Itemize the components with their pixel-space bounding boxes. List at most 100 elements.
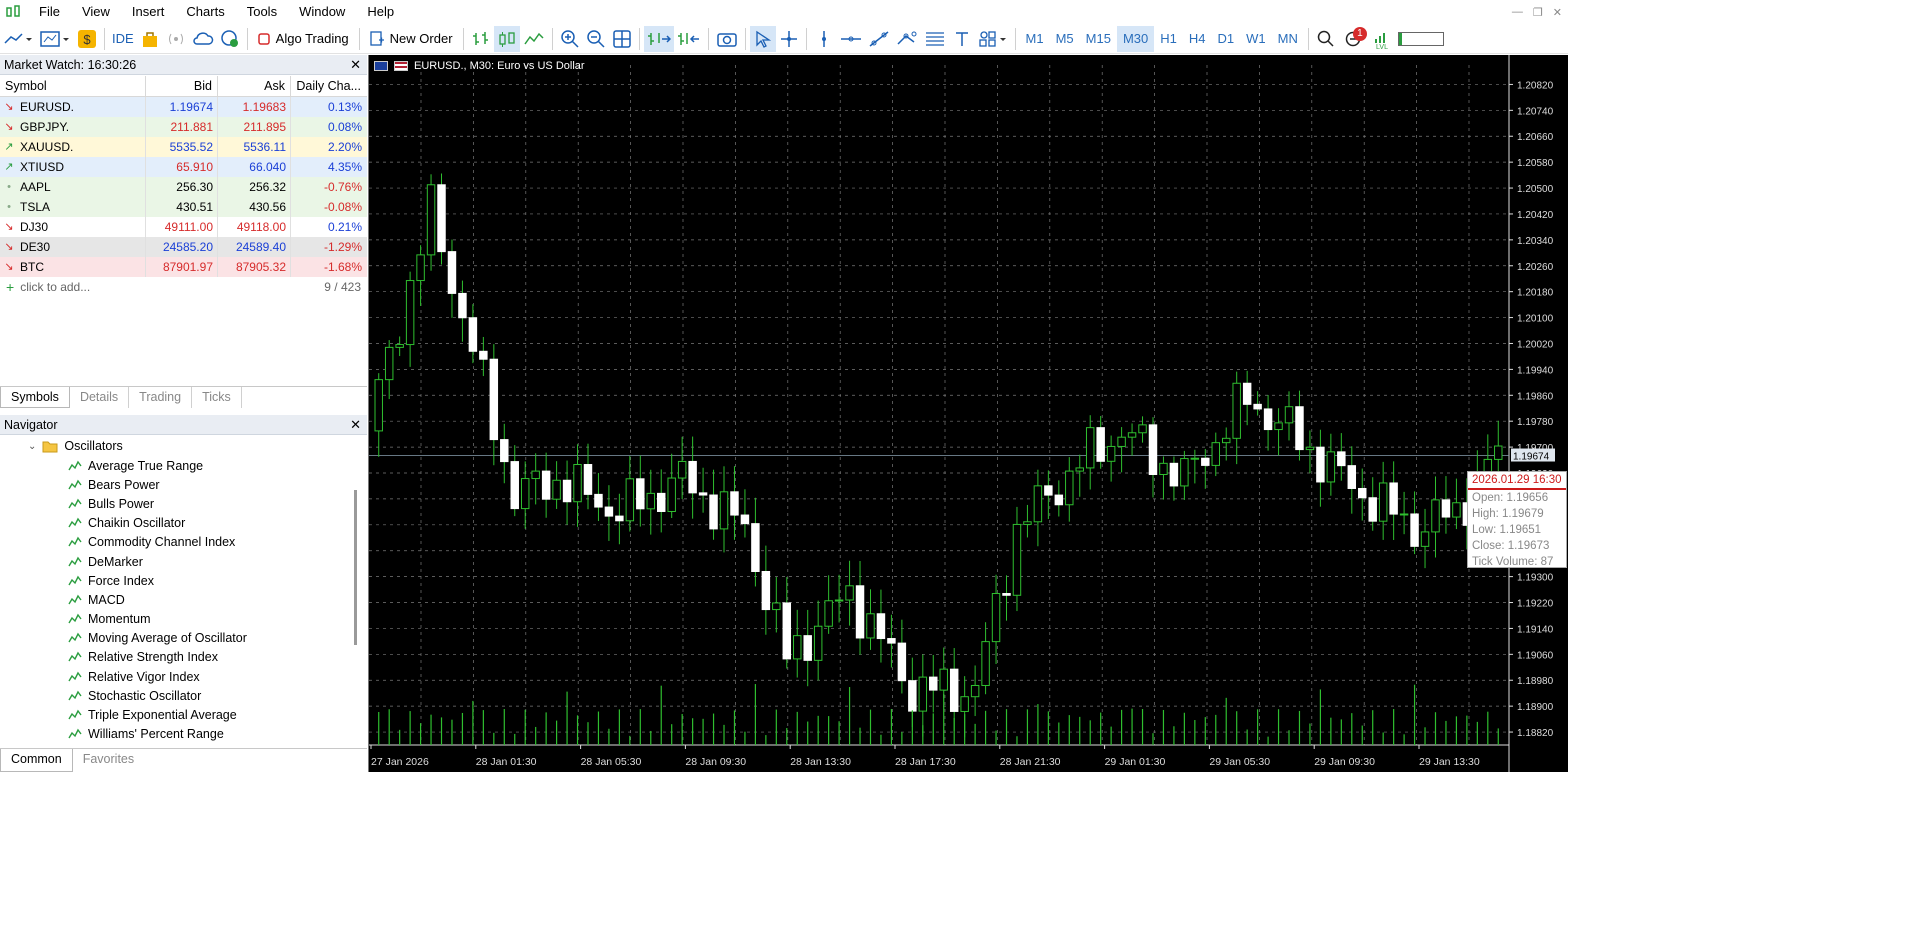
table-row[interactable]: ↗ XTIUSD 65.910 66.040 4.35% — [0, 157, 367, 177]
fibonacci-icon[interactable] — [921, 26, 949, 52]
navigator-indicator-item[interactable]: Bulls Power — [0, 494, 350, 513]
table-row[interactable]: ↘ DJ30 49111.00 49118.00 0.21% — [0, 217, 367, 237]
menu-file[interactable]: File — [28, 0, 71, 24]
column-ask[interactable]: Ask — [218, 76, 291, 96]
text-icon[interactable] — [949, 26, 975, 52]
minimize-icon[interactable]: — — [1512, 6, 1523, 18]
add-symbol-row[interactable]: + click to add... 9 / 423 — [0, 277, 367, 297]
dollar-icon[interactable]: $ — [74, 26, 100, 52]
zoom-out-icon[interactable] — [583, 26, 609, 52]
navigator-indicator-item[interactable]: Average True Range — [0, 456, 350, 475]
column-daily-change[interactable]: Daily Cha... — [291, 76, 366, 96]
bid-cell: 211.881 — [146, 117, 218, 137]
table-row[interactable]: ↘ EURUSD. 1.19674 1.19683 0.13% — [0, 97, 367, 117]
navigator-indicator-item[interactable]: Relative Strength Index — [0, 648, 350, 667]
search-icon[interactable] — [1313, 26, 1339, 52]
timeframe-mn[interactable]: MN — [1272, 26, 1304, 52]
algo-trading-button[interactable]: Algo Trading — [252, 26, 355, 52]
chart-type-dropdown[interactable] — [0, 26, 36, 52]
horizontal-line-icon[interactable] — [837, 26, 865, 52]
table-row[interactable]: • AAPL 256.30 256.32 -0.76% — [0, 177, 367, 197]
restore-icon[interactable]: ❐ — [1533, 6, 1543, 19]
crosshair-icon[interactable] — [776, 26, 802, 52]
table-row[interactable]: ↗ XAUUSD. 5535.52 5536.11 2.20% — [0, 137, 367, 157]
price-tick-label: 1.20340 — [1517, 236, 1554, 247]
timeframe-m15[interactable]: M15 — [1080, 26, 1117, 52]
new-order-button[interactable]: New Order — [364, 26, 459, 52]
navigator-indicator-item[interactable]: Triple Exponential Average — [0, 705, 350, 724]
line-chart-icon[interactable] — [520, 26, 548, 52]
notifications-icon[interactable]: 1 — [1339, 26, 1369, 52]
navigator-indicator-item[interactable]: Momentum — [0, 610, 350, 629]
navigator-indicator-item[interactable]: Relative Vigor Index — [0, 667, 350, 686]
navigator-indicator-item[interactable]: Stochastic Oscillator — [0, 686, 350, 705]
change-cell: -0.08% — [323, 200, 362, 214]
templates-dropdown[interactable] — [36, 26, 74, 52]
time-tick-label: 27 Jan 2026 — [371, 756, 429, 768]
table-row[interactable]: ↘ BTC 87901.97 87905.32 -1.68% — [0, 257, 367, 277]
chart-area[interactable]: 1.20820 1.20740 1.20660 1.20580 1.20500 1.204… — [368, 55, 1568, 772]
navigator-indicator-item[interactable]: Commodity Channel Index — [0, 533, 350, 552]
cursor-icon[interactable] — [749, 25, 776, 52]
trendline-icon[interactable] — [865, 26, 893, 52]
column-bid[interactable]: Bid — [146, 76, 218, 96]
timeframe-h1[interactable]: H1 — [1154, 26, 1183, 52]
candlestick-icon[interactable] — [493, 25, 520, 52]
candle-body — [657, 492, 666, 512]
table-row[interactable]: ↘ DE30 24585.20 24589.40 -1.29% — [0, 237, 367, 257]
tab-ticks[interactable]: Ticks — [192, 387, 242, 408]
timeframe-m30[interactable]: M30 — [1116, 25, 1155, 52]
timeframe-m1[interactable]: M1 — [1020, 26, 1050, 52]
menu-insert[interactable]: Insert — [121, 0, 176, 24]
navigator-indicator-item[interactable]: Moving Average of Oscillator — [0, 629, 350, 648]
cloud-icon[interactable] — [189, 26, 217, 52]
timeframe-m5[interactable]: M5 — [1050, 26, 1080, 52]
navigator-indicator-item[interactable]: MACD — [0, 590, 350, 609]
close-window-icon[interactable]: ✕ — [1553, 6, 1562, 19]
chart-shift-icon[interactable] — [674, 26, 704, 52]
vertical-line-icon[interactable] — [811, 26, 837, 52]
tab-trading[interactable]: Trading — [129, 387, 193, 408]
menu-view[interactable]: View — [71, 0, 121, 24]
signal-strength-icon[interactable]: LVL — [1369, 26, 1395, 52]
timeframe-h4[interactable]: H4 — [1183, 26, 1212, 52]
price-tick-label: 1.18820 — [1517, 728, 1554, 739]
close-market-watch-icon[interactable]: ✕ — [350, 57, 361, 73]
column-symbol[interactable]: Symbol — [0, 76, 146, 96]
chart-title: EURUSD., M30: Euro vs US Dollar — [414, 60, 585, 72]
shapes-dropdown-icon[interactable] — [975, 26, 1011, 52]
folder-oscillators[interactable]: ⌄ Oscillators — [0, 436, 350, 456]
zoom-in-icon[interactable] — [557, 26, 583, 52]
timeframe-d1[interactable]: D1 — [1212, 26, 1241, 52]
navigator-indicator-item[interactable]: Force Index — [0, 571, 350, 590]
signals-icon[interactable] — [163, 26, 189, 52]
navigator-scrollbar[interactable] — [354, 490, 357, 645]
menu-window[interactable]: Window — [288, 0, 356, 24]
market-bag-icon[interactable] — [137, 26, 163, 52]
menu-charts[interactable]: Charts — [175, 0, 235, 24]
channel-icon[interactable] — [893, 26, 921, 52]
vps-icon[interactable] — [217, 26, 243, 52]
auto-scroll-icon[interactable] — [643, 25, 674, 52]
table-row[interactable]: • TSLA 430.51 430.56 -0.08% — [0, 197, 367, 217]
timeframe-w1[interactable]: W1 — [1240, 26, 1272, 52]
tab-favorites[interactable]: Favorites — [73, 749, 144, 772]
navigator-indicator-item[interactable]: Williams' Percent Range — [0, 725, 350, 744]
navigator-indicator-item[interactable]: Bears Power — [0, 475, 350, 494]
bar-chart-icon[interactable] — [468, 26, 494, 52]
navigator-indicator-item[interactable]: Chaikin Oscillator — [0, 514, 350, 533]
tile-windows-icon[interactable] — [609, 26, 635, 52]
tab-symbols[interactable]: Symbols — [0, 387, 70, 408]
chevron-down-icon[interactable]: ⌄ — [28, 441, 36, 452]
screenshot-icon[interactable] — [713, 26, 741, 52]
table-row[interactable]: ↘ GBPJPY. 211.881 211.895 0.08% — [0, 117, 367, 137]
menu-help[interactable]: Help — [356, 0, 405, 24]
candle-body — [395, 344, 404, 348]
chart-canvas[interactable]: 1.20820 1.20740 1.20660 1.20580 1.20500 1.204… — [369, 55, 1569, 772]
navigator-indicator-item[interactable]: DeMarker — [0, 552, 350, 571]
tab-common[interactable]: Common — [0, 749, 73, 772]
menu-tools[interactable]: Tools — [236, 0, 288, 24]
close-navigator-icon[interactable]: ✕ — [350, 417, 361, 433]
ide-button[interactable]: IDE — [109, 26, 137, 52]
tab-details[interactable]: Details — [70, 387, 130, 408]
